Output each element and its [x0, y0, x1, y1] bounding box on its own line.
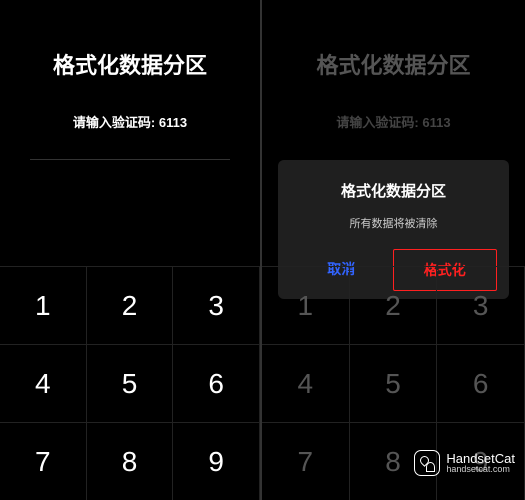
numeric-keypad: 1 2 3 4 5 6 7 8 9 — [0, 266, 260, 500]
key-3[interactable]: 3 — [437, 266, 525, 344]
dialog-title: 格式化数据分区 — [290, 180, 497, 201]
page-title: 格式化数据分区 — [262, 48, 525, 80]
key-8[interactable]: 8 — [87, 422, 174, 500]
key-2[interactable]: 2 — [87, 266, 174, 344]
watermark: HandsetCat handsetcat.com — [414, 450, 515, 476]
key-7[interactable]: 7 — [262, 422, 350, 500]
key-1[interactable]: 1 — [0, 266, 87, 344]
key-6[interactable]: 6 — [173, 344, 260, 422]
key-5[interactable]: 5 — [350, 344, 438, 422]
key-1[interactable]: 1 — [262, 266, 350, 344]
input-underline — [30, 159, 230, 160]
key-4[interactable]: 4 — [262, 344, 350, 422]
dialog-message: 所有数据将被清除 — [290, 215, 497, 231]
key-7[interactable]: 7 — [0, 422, 87, 500]
watermark-logo-icon — [414, 450, 440, 476]
key-6[interactable]: 6 — [437, 344, 525, 422]
key-4[interactable]: 4 — [0, 344, 87, 422]
page-title: 格式化数据分区 — [0, 48, 260, 80]
verification-prompt: 请输入验证码: 6113 — [262, 112, 525, 131]
right-phone-screen: 格式化数据分区 请输入验证码: 6113 格式化数据分区 所有数据将被清除 取消… — [262, 0, 525, 500]
watermark-url: handsetcat.com — [446, 465, 515, 474]
key-9[interactable]: 9 — [173, 422, 260, 500]
key-2[interactable]: 2 — [350, 266, 438, 344]
key-3[interactable]: 3 — [173, 266, 260, 344]
left-phone-screen: 格式化数据分区 请输入验证码: 6113 1 2 3 4 5 6 7 8 9 — [0, 0, 262, 500]
watermark-text: HandsetCat handsetcat.com — [446, 452, 515, 474]
verification-prompt: 请输入验证码: 6113 — [0, 112, 260, 131]
key-5[interactable]: 5 — [87, 344, 174, 422]
